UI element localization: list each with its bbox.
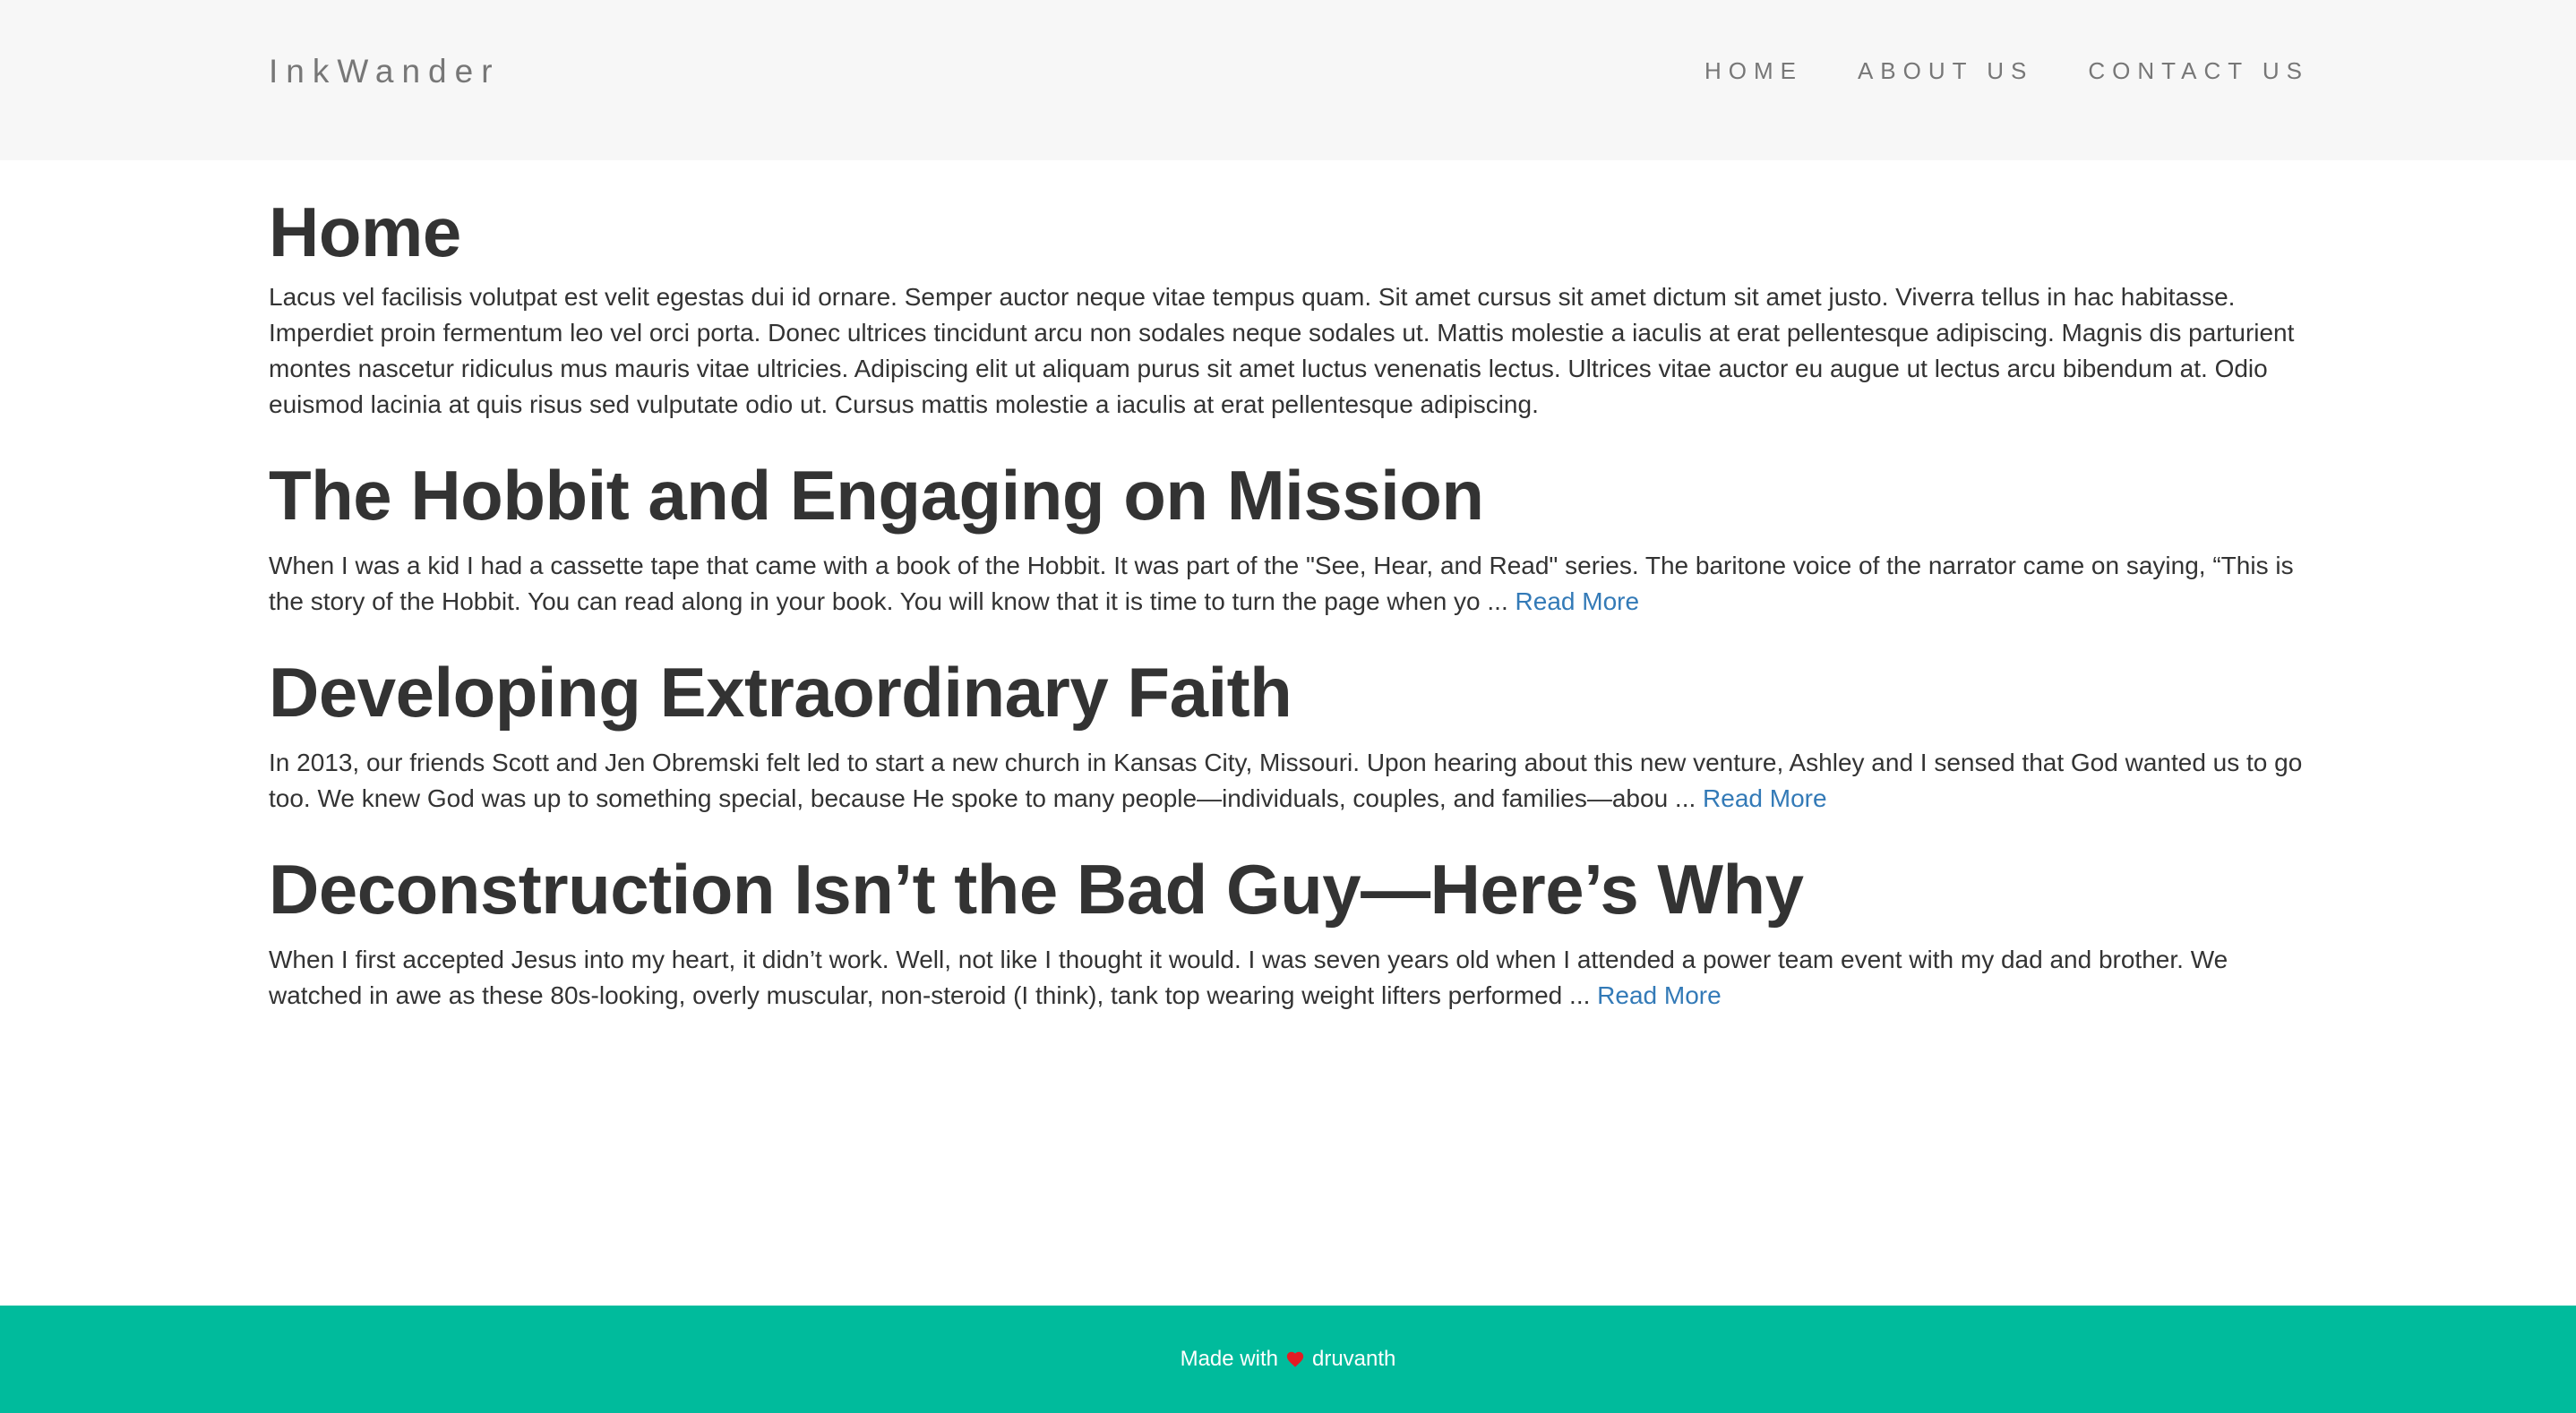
- read-more-link[interactable]: Read More: [1597, 981, 1722, 1009]
- footer-author[interactable]: druvanth: [1312, 1346, 1395, 1373]
- post-excerpt: In 2013, our friends Scott and Jen Obrem…: [269, 745, 2307, 817]
- intro-paragraph: Lacus vel facilisis volutpat est velit e…: [269, 283, 2295, 418]
- page-title: Home: [269, 193, 461, 271]
- post-title[interactable]: Deconstruction Isn’t the Bad Guy—Here’s …: [269, 849, 2307, 929]
- footer-credit: Made with druvanth: [1181, 1346, 1396, 1373]
- post-excerpt: When I was a kid I had a cassette tape t…: [269, 548, 2307, 620]
- footer: Made with druvanth: [0, 1306, 2576, 1413]
- post-title[interactable]: Developing Extraordinary Faith: [269, 652, 2307, 732]
- post-title[interactable]: The Hobbit and Engaging on Mission: [269, 455, 2307, 535]
- post-item: The Hobbit and Engaging on Mission When …: [269, 455, 2307, 620]
- brand-logo[interactable]: InkWander: [269, 50, 501, 93]
- nav-link-about-us[interactable]: ABOUT US: [1858, 56, 2033, 86]
- post-item: Developing Extraordinary Faith In 2013, …: [269, 652, 2307, 817]
- footer-prefix: Made with: [1180, 1347, 1278, 1371]
- post-excerpt: When I first accepted Jesus into my hear…: [269, 942, 2307, 1014]
- nav-link-home[interactable]: HOME: [1704, 56, 1803, 86]
- heart-icon: [1285, 1349, 1305, 1369]
- post-item: Deconstruction Isn’t the Bad Guy—Here’s …: [269, 849, 2307, 1014]
- nav-link-contact-us[interactable]: CONTACT US: [2088, 56, 2309, 86]
- nav-menu: HOME ABOUT US CONTACT US: [1704, 56, 2309, 86]
- read-more-link[interactable]: Read More: [1703, 784, 1827, 812]
- post-excerpt-text: When I first accepted Jesus into my hear…: [269, 946, 2228, 1009]
- read-more-link[interactable]: Read More: [1516, 587, 1640, 615]
- post-excerpt-text: In 2013, our friends Scott and Jen Obrem…: [269, 749, 2303, 812]
- post-excerpt-text: When I was a kid I had a cassette tape t…: [269, 552, 2294, 615]
- navbar: InkWander HOME ABOUT US CONTACT US: [0, 0, 2576, 160]
- main-content: Home Lacus vel facilisis volutpat est ve…: [269, 192, 2307, 1014]
